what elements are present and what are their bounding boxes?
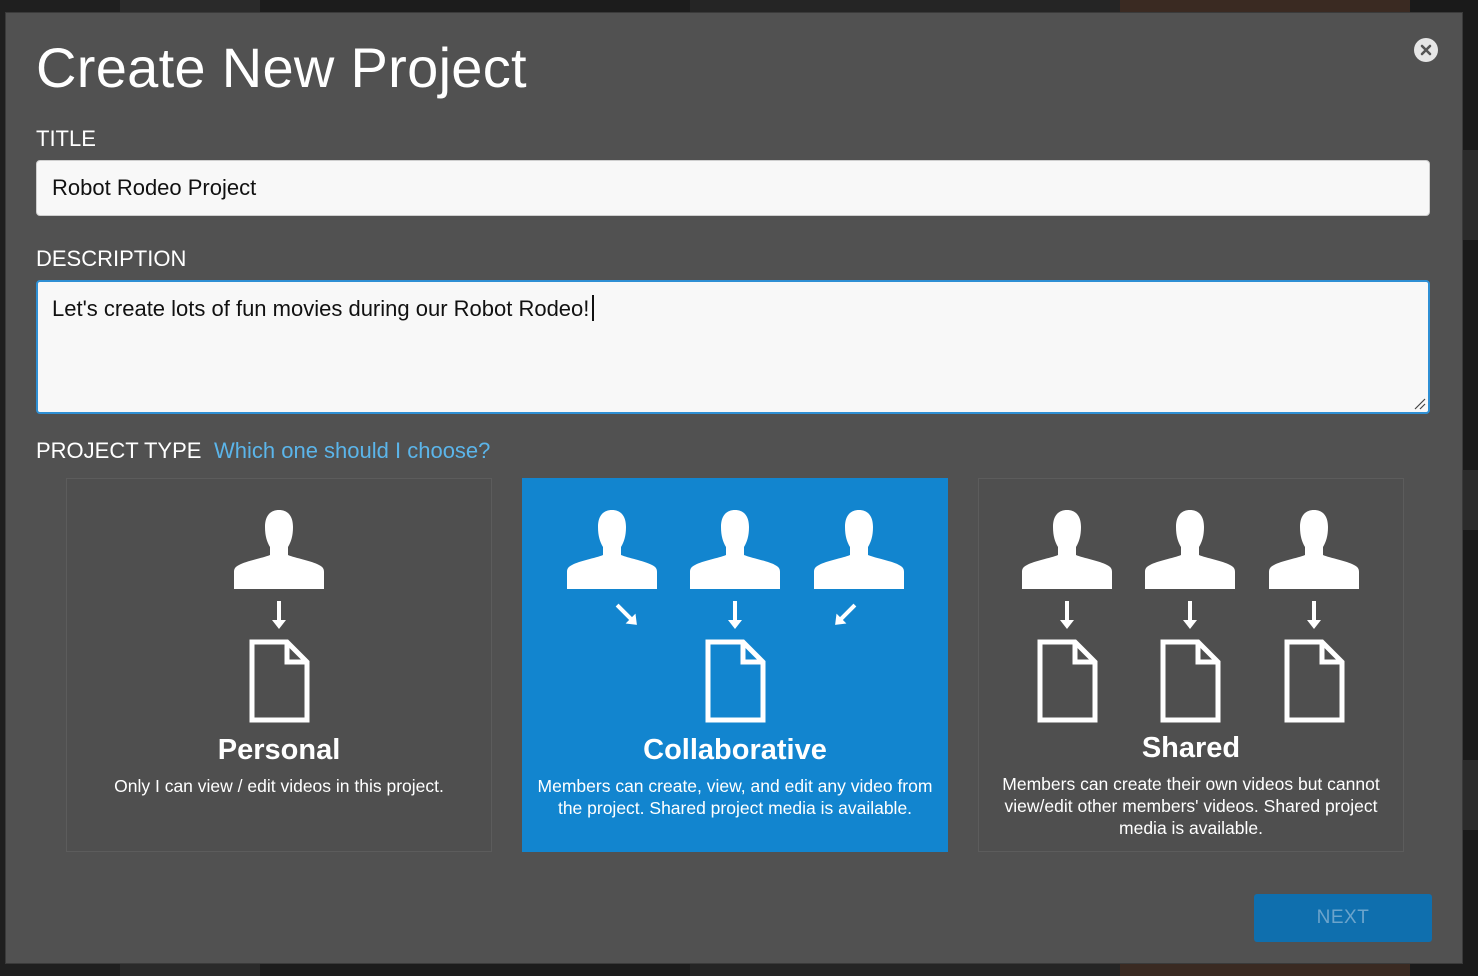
next-button[interactable]: NEXT <box>1254 894 1432 942</box>
card-title: Shared <box>1141 732 1241 764</box>
project-type-card-shared[interactable]: Shared Members can create their own vide… <box>978 478 1404 852</box>
project-type-card-collaborative[interactable]: Collaborative Members can create, view, … <box>522 478 948 852</box>
card-title: Collaborative <box>643 734 827 766</box>
project-type-label: PROJECT TYPE <box>36 438 202 463</box>
create-project-dialog: Create New Project TITLE Robot Rodeo Pro… <box>6 13 1462 963</box>
title-label: TITLE <box>36 126 96 151</box>
help-link[interactable]: Which one should I choose? <box>214 438 490 464</box>
description-label: DESCRIPTION <box>36 246 187 271</box>
card-description: Members can create, view, and edit any v… <box>537 776 933 818</box>
description-textarea-value: Let's create lots of fun movies during o… <box>52 296 590 321</box>
project-type-card-personal[interactable]: Personal Only I can view / edit videos i… <box>66 478 492 852</box>
single-user-to-document-icon <box>234 510 324 739</box>
close-icon[interactable] <box>1414 38 1438 62</box>
dialog-title: Create New Project <box>36 36 527 99</box>
title-input[interactable]: Robot Rodeo Project <box>36 160 1430 216</box>
users-to-own-documents-icon <box>1022 510 1359 739</box>
card-description: Only I can view / edit videos in this pr… <box>114 776 444 796</box>
card-description: Members can create their own videos but … <box>1002 774 1380 838</box>
card-title: Personal <box>217 734 341 766</box>
text-caret <box>592 295 595 321</box>
resize-handle-icon[interactable] <box>1412 396 1426 410</box>
users-to-one-document-icon <box>567 510 904 739</box>
title-input-value: Robot Rodeo Project <box>52 175 257 200</box>
description-textarea[interactable]: Let's create lots of fun movies during o… <box>36 280 1430 414</box>
